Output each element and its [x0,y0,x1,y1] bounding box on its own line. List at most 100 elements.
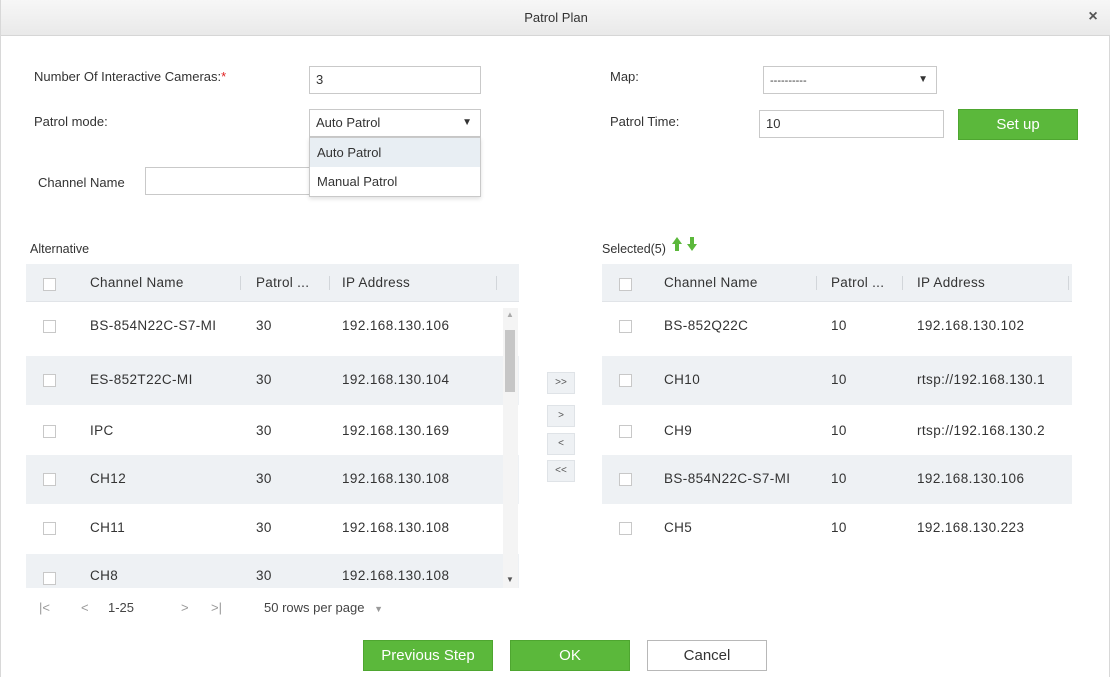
arrow-down-icon[interactable] [686,236,698,252]
move-left-button[interactable]: < [547,433,575,455]
cell-ip-address: 192.168.130.104 [342,372,450,387]
cell-channel-name: CH8 [90,568,119,583]
row-checkbox[interactable] [619,320,632,333]
column-resize-handle[interactable] [240,276,241,290]
cell-patrol: 10 [831,372,847,387]
column-resize-handle[interactable] [1068,276,1069,290]
row-checkbox[interactable] [619,425,632,438]
patrol-mode-value: Auto Patrol [316,115,381,130]
cell-channel-name: CH12 [90,471,127,486]
ok-button[interactable]: OK [510,640,630,671]
row-checkbox[interactable] [43,374,56,387]
row-checkbox[interactable] [619,374,632,387]
alternative-grid-header: Channel Name Patrol ... IP Address [26,264,519,302]
dialog-title: Patrol Plan [524,10,588,25]
option-manual-patrol[interactable]: Manual Patrol [310,167,480,196]
alternative-label: Alternative [30,242,90,256]
cell-patrol: 10 [831,318,847,333]
cell-ip-address: 192.168.130.108 [342,568,450,583]
column-ip-address[interactable]: IP Address [342,275,410,290]
table-row[interactable]: CH11 30 192.168.130.108 [26,504,519,553]
column-resize-handle[interactable] [329,276,330,290]
cell-ip-address: 192.168.130.108 [342,471,450,486]
move-all-right-button[interactable]: >> [547,372,575,394]
rows-per-page-select[interactable]: 50 rows per page ▼ [264,600,383,615]
scrollbar-thumb[interactable] [505,330,515,392]
column-resize-handle[interactable] [496,276,497,290]
row-checkbox[interactable] [619,522,632,535]
map-select[interactable]: ---------- ▼ [763,66,937,94]
column-patrol[interactable]: Patrol ... [256,275,309,290]
row-checkbox[interactable] [43,425,56,438]
table-row[interactable]: BS-854N22C-S7-MI 30 192.168.130.106 [26,302,519,351]
scroll-down-icon[interactable]: ▼ [506,575,514,584]
cell-ip-address: 192.168.130.108 [342,520,450,535]
table-row[interactable]: CH12 30 192.168.130.108 [26,455,519,504]
table-row[interactable]: CH10 10 rtsp://192.168.130.1 [602,356,1072,405]
required-marker: * [221,69,227,84]
column-channel-name[interactable]: Channel Name [90,275,184,290]
row-checkbox[interactable] [43,522,56,535]
table-row[interactable]: CH5 10 192.168.130.223 [602,504,1072,553]
previous-step-button[interactable]: Previous Step [363,640,493,671]
table-row[interactable]: CH9 10 rtsp://192.168.130.2 [602,407,1072,456]
cell-channel-name: BS-854N22C-S7-MI [664,471,791,486]
cell-ip-address: 192.168.130.169 [342,423,450,438]
set-up-button[interactable]: Set up [958,109,1078,140]
select-all-checkbox[interactable] [43,278,56,291]
pager-next-icon: > [181,600,189,615]
close-icon[interactable]: × [1083,7,1103,27]
row-checkbox[interactable] [43,572,56,585]
channel-name-input[interactable] [145,167,311,195]
pager-next-button[interactable]: > [181,600,189,615]
column-patrol[interactable]: Patrol ... [831,275,884,290]
column-resize-handle[interactable] [902,276,903,290]
cell-channel-name: CH5 [664,520,693,535]
pager-last-button[interactable]: >| [211,600,222,615]
patrol-time-input[interactable]: 10 [759,110,944,138]
cell-patrol: 30 [256,318,272,333]
cell-ip-address: 192.168.130.223 [917,520,1025,535]
move-all-left-button[interactable]: << [547,460,575,482]
patrol-mode-dropdown: Auto Patrol Manual Patrol [309,137,481,197]
cell-patrol: 10 [831,423,847,438]
pager-first-button[interactable]: |< [39,600,50,615]
row-checkbox[interactable] [43,473,56,486]
selected-grid: Channel Name Patrol ... IP Address BS-85… [602,264,1072,564]
rows-per-page-value: 50 rows per page [264,600,365,615]
cell-ip-address: 192.168.130.106 [342,318,450,333]
cell-channel-name: CH9 [664,423,693,438]
table-row[interactable]: CH8 30 192.168.130.108 [26,554,519,588]
map-value: ---------- [770,75,807,87]
table-row[interactable]: BS-852Q22C 10 192.168.130.102 [602,302,1072,351]
cell-patrol: 10 [831,471,847,486]
alternative-scrollbar[interactable]: ▲ ▼ [503,308,518,588]
table-row[interactable]: IPC 30 192.168.130.169 [26,407,519,456]
patrol-time-label: Patrol Time: [610,114,680,129]
cell-channel-name: BS-854N22C-S7-MI [90,318,217,333]
cell-channel-name: CH10 [664,372,701,387]
scroll-up-icon[interactable]: ▲ [506,310,514,319]
column-resize-handle[interactable] [816,276,817,290]
table-row[interactable]: BS-854N22C-S7-MI 10 192.168.130.106 [602,455,1072,504]
cell-patrol: 30 [256,423,272,438]
cell-patrol: 10 [831,520,847,535]
cancel-button[interactable]: Cancel [647,640,767,671]
row-checkbox[interactable] [619,473,632,486]
arrow-up-icon[interactable] [671,236,683,252]
option-auto-patrol[interactable]: Auto Patrol [310,138,480,167]
patrol-mode-select[interactable]: Auto Patrol ▼ [309,109,481,137]
selected-label-text: Selected(5) [602,242,666,256]
table-row[interactable]: ES-852T22C-MI 30 192.168.130.104 [26,356,519,405]
row-checkbox[interactable] [43,320,56,333]
move-right-button[interactable]: > [547,405,575,427]
cell-ip-address: rtsp://192.168.130.1 [917,372,1046,387]
pager-prev-button[interactable]: < [81,600,89,615]
cell-ip-address: 192.168.130.106 [917,471,1025,486]
cameras-count-input[interactable]: 3 [309,66,481,94]
column-channel-name[interactable]: Channel Name [664,275,758,290]
cell-ip-address: 192.168.130.102 [917,318,1025,333]
column-ip-address[interactable]: IP Address [917,275,985,290]
channel-name-label: Channel Name [38,175,125,190]
select-all-checkbox[interactable] [619,278,632,291]
